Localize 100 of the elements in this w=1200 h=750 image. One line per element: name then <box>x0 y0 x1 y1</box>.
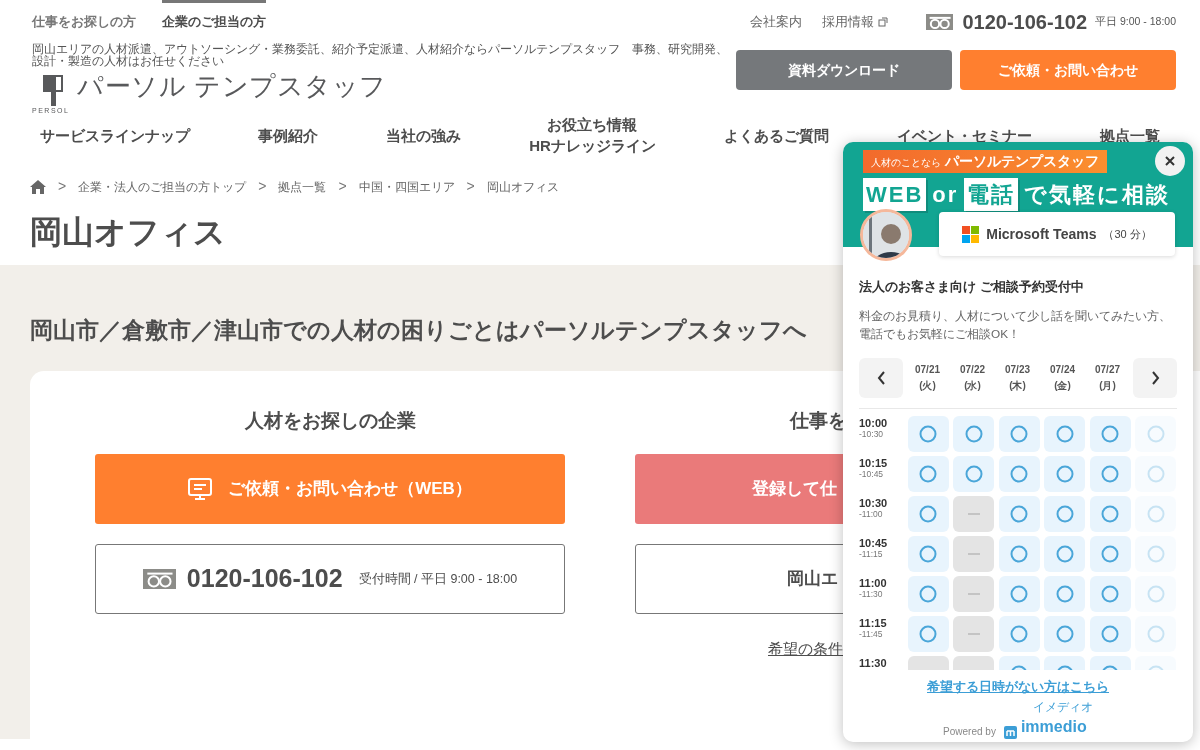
header-link[interactable]: 採用情報 <box>822 12 889 32</box>
tool-name: Microsoft Teams <box>986 224 1097 244</box>
date-label: 07/27 <box>1094 363 1121 378</box>
circle-icon <box>1055 505 1074 524</box>
circle-icon <box>1010 505 1028 524</box>
download-button[interactable]: 資料ダウンロード <box>736 50 952 90</box>
circle-icon <box>1055 465 1074 484</box>
circle-icon <box>919 625 937 644</box>
circle-icon <box>919 545 937 564</box>
headline-text: or <box>932 181 959 209</box>
logo-name: パーソル テンプスタッフ <box>77 70 387 103</box>
previous-button[interactable] <box>859 358 903 399</box>
available-slot[interactable] <box>1089 616 1131 653</box>
circle-icon <box>1101 465 1119 484</box>
available-slot[interactable] <box>998 616 1040 653</box>
available-slot[interactable] <box>907 616 949 653</box>
breadcrumb-item[interactable]: 企業・法人のご担当の方トップ <box>78 177 247 196</box>
breadcrumb-item[interactable]: 中国・四国エリア <box>358 177 455 196</box>
weekday-label: (月) <box>1098 379 1117 394</box>
nav-item[interactable]: 事例紹介 <box>258 124 319 146</box>
available-slot[interactable] <box>1044 576 1085 613</box>
available-slot[interactable] <box>907 416 949 453</box>
available-slot[interactable] <box>907 496 949 533</box>
circle-icon <box>919 425 937 444</box>
available-slot[interactable] <box>953 456 994 493</box>
circle-icon <box>1010 545 1028 564</box>
breadcrumb-separator: > <box>338 177 347 196</box>
header-link[interactable]: 会社案内 <box>750 12 803 32</box>
freephone-icon <box>142 569 179 589</box>
available-slot[interactable] <box>1089 576 1131 613</box>
weekday-label: (水) <box>963 379 982 394</box>
breadcrumb-item[interactable]: 拠点一覧 <box>278 177 327 196</box>
available-slot[interactable] <box>1044 536 1085 573</box>
available-slot[interactable] <box>998 576 1040 613</box>
available-slot[interactable] <box>1089 456 1131 493</box>
circle-icon <box>964 425 983 444</box>
dash-icon <box>967 593 980 596</box>
audience-tab[interactable]: 企業のご担当の方 <box>162 0 266 44</box>
end-time: -10:30 <box>859 429 885 439</box>
weekday-label: (火) <box>918 379 937 394</box>
circle-icon <box>1055 545 1074 564</box>
circle-icon <box>1101 585 1119 604</box>
available-slot[interactable] <box>907 536 949 573</box>
end-time: -11:30 <box>859 589 884 599</box>
phone-number: 0120-106-102 <box>962 10 1088 35</box>
available-slot[interactable] <box>998 496 1040 533</box>
conditions-link[interactable]: 希望の条件 <box>768 638 843 661</box>
next-button[interactable] <box>1133 358 1177 399</box>
dash-icon <box>967 513 980 516</box>
circle-icon <box>964 465 983 484</box>
end-time: -10:45 <box>859 469 885 479</box>
circle-icon <box>1101 425 1119 444</box>
circle-icon <box>1146 585 1165 604</box>
page-title: 岡山オフィス <box>30 213 226 252</box>
available-slot[interactable] <box>998 456 1040 493</box>
available-slot[interactable] <box>1089 416 1131 453</box>
nav-item[interactable]: サービスラインナップ <box>40 124 190 146</box>
chevron-right-icon <box>1150 371 1160 386</box>
available-slot[interactable] <box>953 416 994 453</box>
available-slot[interactable] <box>1089 496 1131 533</box>
circle-icon <box>1055 625 1074 644</box>
date-label: 07/24 <box>1049 363 1076 378</box>
circle-icon <box>1055 425 1074 444</box>
available-slot[interactable] <box>907 576 949 613</box>
available-slot[interactable] <box>1044 496 1085 533</box>
brand-name: immedio <box>1020 717 1087 735</box>
close-icon <box>1165 156 1175 166</box>
available-slot[interactable] <box>998 416 1040 453</box>
circle-icon <box>1010 425 1028 444</box>
four-squares-icon <box>962 225 980 243</box>
headline-text: で気軽に相談 <box>1024 181 1171 209</box>
audience-tab[interactable]: 仕事をお探しの方 <box>32 0 136 44</box>
circle-icon <box>1101 545 1119 564</box>
available-slot[interactable] <box>1089 536 1131 573</box>
circle-icon <box>1101 625 1119 644</box>
circle-icon <box>1055 585 1074 604</box>
dash-icon <box>967 553 980 556</box>
breadcrumb-separator: > <box>58 177 67 196</box>
available-slot[interactable] <box>998 536 1040 573</box>
available-slot[interactable] <box>1044 616 1085 653</box>
available-slot[interactable] <box>1044 416 1085 453</box>
start-time: 11:00 <box>859 578 888 590</box>
circle-icon <box>1146 625 1165 644</box>
nav-item[interactable]: 当社の強み <box>386 124 462 146</box>
circle-icon <box>1010 465 1028 484</box>
circle-icon <box>1010 585 1028 604</box>
start-time: 11:15 <box>859 618 888 630</box>
breadcrumb-item: 岡山オフィス <box>486 178 559 196</box>
circle-icon <box>1010 625 1028 644</box>
nav-item[interactable]: よくあるご質問 <box>723 124 829 146</box>
breadcrumb-separator: > <box>466 177 475 196</box>
circle-icon <box>1101 505 1119 524</box>
available-slot[interactable] <box>907 456 949 493</box>
available-slot[interactable] <box>1044 456 1085 493</box>
nav-item[interactable]: お役立ち情報 HRナレッジライン <box>529 114 656 156</box>
weekday-label: (金) <box>1053 379 1072 394</box>
circle-icon <box>919 465 937 484</box>
widget-title: 法人のお客さま向け ご相談予約受付中 <box>859 278 1085 296</box>
circle-icon <box>919 505 937 524</box>
start-time: 10:00 <box>859 418 889 430</box>
